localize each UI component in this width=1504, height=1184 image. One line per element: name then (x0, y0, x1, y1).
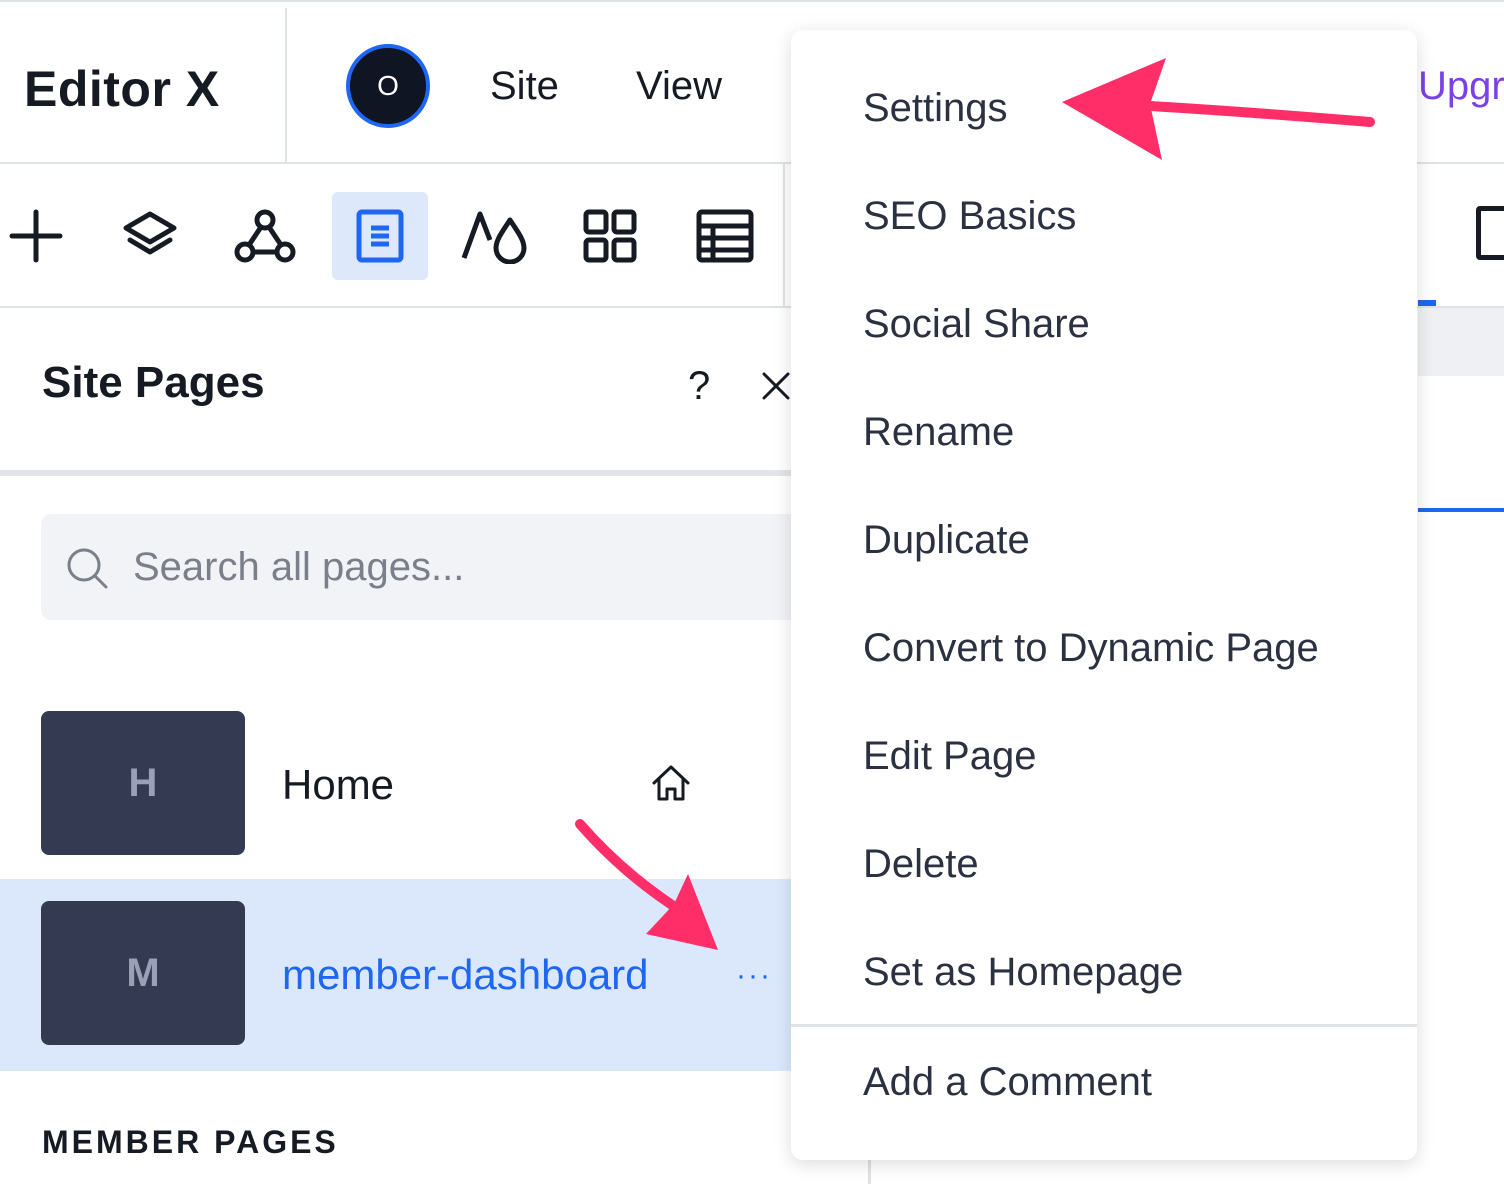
table-icon (696, 209, 754, 263)
menu-item-seo-basics[interactable]: SEO Basics (863, 194, 1076, 239)
connections-icon (234, 209, 296, 263)
menu-item-convert-dynamic[interactable]: Convert to Dynamic Page (863, 626, 1319, 671)
home-icon (652, 765, 690, 801)
brand-logo: Editor X (24, 61, 220, 117)
menu-item-social-share[interactable]: Social Share (863, 302, 1090, 347)
more-actions-icon[interactable]: ··· (736, 959, 772, 993)
menu-item-set-homepage[interactable]: Set as Homepage (863, 950, 1183, 995)
menu-item-settings[interactable]: Settings (863, 86, 1008, 131)
page-row-member-dashboard[interactable]: M member-dashboard ··· (0, 879, 792, 1071)
divider (285, 8, 287, 164)
section-label: MEMBER PAGES (42, 1124, 339, 1160)
divider (868, 1160, 871, 1184)
menu-item-add-comment[interactable]: Add a Comment (863, 1060, 1152, 1105)
pages-icon (356, 209, 404, 263)
close-icon[interactable] (756, 366, 796, 411)
layers-icon (123, 211, 177, 255)
search-box[interactable] (41, 514, 801, 620)
divider (0, 470, 792, 476)
site-pages-panel: Site Pages ? H Home M member-dashboard ·… (0, 308, 801, 1184)
menu-site[interactable]: Site (490, 64, 559, 109)
page-context-menu: Settings SEO Basics Social Share Rename … (791, 30, 1417, 1160)
search-icon (67, 548, 108, 589)
canvas-selection-line (1418, 508, 1504, 512)
page-name: member-dashboard (282, 951, 649, 998)
menu-item-duplicate[interactable]: Duplicate (863, 518, 1030, 563)
cms-button[interactable] (677, 192, 773, 280)
avatar[interactable]: O (346, 44, 430, 128)
search-input[interactable] (133, 538, 733, 596)
page-row-home[interactable]: H Home (0, 689, 792, 881)
active-tab-indicator (1418, 300, 1436, 306)
divider (791, 1024, 1417, 1027)
apps-grid-icon (583, 209, 637, 263)
apps-button[interactable] (562, 192, 658, 280)
divider (783, 164, 785, 308)
connections-button[interactable] (217, 192, 313, 280)
pages-button[interactable] (332, 192, 428, 280)
page-thumbnail: M (41, 901, 245, 1045)
upgrade-button[interactable]: Upgrade (1418, 64, 1504, 109)
plus-icon (9, 209, 63, 263)
panel-title: Site Pages (42, 358, 265, 407)
canvas-strip (1418, 308, 1504, 376)
menu-item-delete[interactable]: Delete (863, 842, 979, 887)
menu-item-rename[interactable]: Rename (863, 410, 1014, 455)
theme-button[interactable] (447, 192, 543, 280)
page-name: Home (282, 761, 395, 808)
help-icon[interactable]: ? (688, 364, 710, 409)
menu-item-edit-page[interactable]: Edit Page (863, 734, 1036, 779)
device-frame-icon[interactable] (1476, 206, 1504, 260)
theme-icon (461, 211, 527, 264)
menu-view[interactable]: View (636, 64, 722, 109)
add-button[interactable] (0, 192, 84, 280)
layers-button[interactable] (102, 192, 198, 280)
page-thumbnail: H (41, 711, 245, 855)
